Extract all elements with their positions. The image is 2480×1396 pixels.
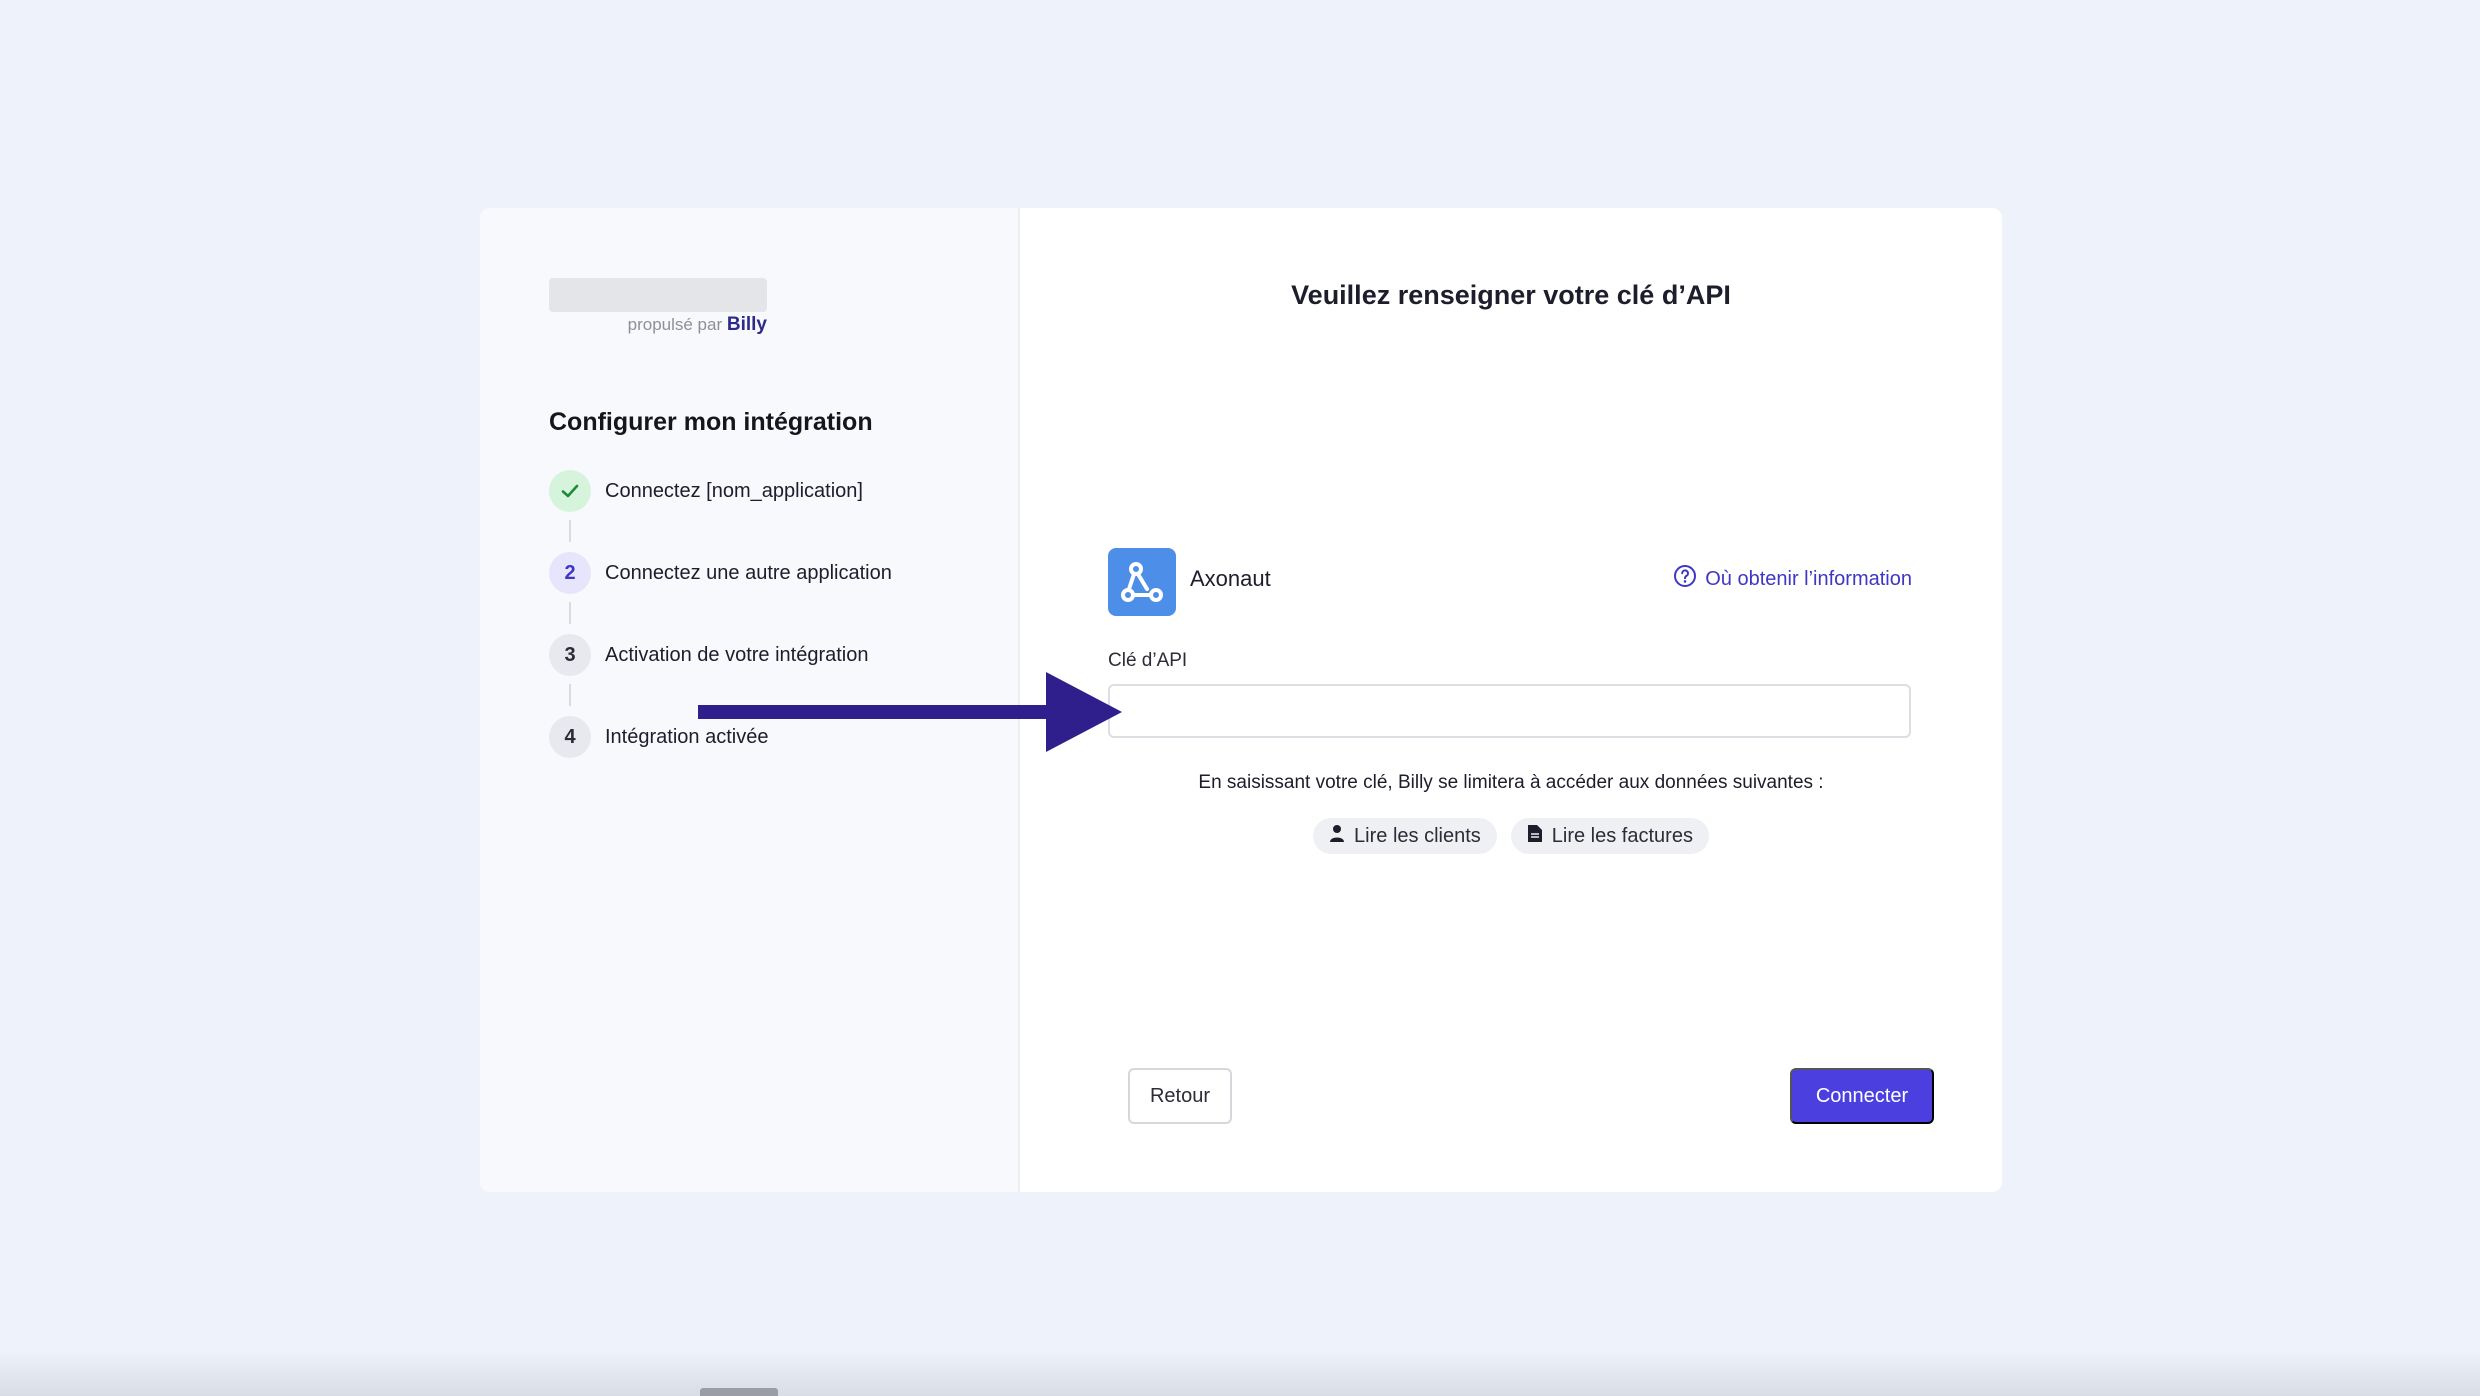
step-3-label: Activation de votre intégration [605,643,869,666]
step-4-number: 4 [549,716,591,758]
scrollbar-thumb[interactable] [700,1388,778,1396]
step-2-number: 2 [549,552,591,594]
check-icon [549,470,591,512]
app-name: Axonaut [1190,566,1271,591]
bottom-edge-shadow [0,1350,2480,1396]
brand-name: Billy [726,314,767,335]
api-key-input[interactable] [1108,684,1911,738]
scope-chips: Lire les clients Lire les factures [1020,818,2002,854]
access-notice: En saisissant votre clé, Billy se limite… [1198,772,1824,793]
powered-by: propulsé par Billy [549,314,767,336]
document-icon [1527,824,1543,849]
person-icon [1329,824,1345,848]
sidebar-title: Configurer mon intégration [549,408,873,436]
step-2: 2 Connectez une autre application [549,552,892,594]
step-connector [569,520,571,542]
scope-chip-label: Lire les factures [1551,824,1693,847]
step-3-number: 3 [549,634,591,676]
back-button[interactable]: Retour [1128,1068,1232,1124]
powered-prefix: propulsé par [627,315,723,334]
step-2-label: Connectez une autre application [605,561,892,584]
connect-button[interactable]: Connecter [1790,1068,1934,1124]
step-connector [569,602,571,624]
page-title: Veuillez renseigner votre clé d’API [1291,280,1731,310]
scope-chip-clients: Lire les clients [1313,818,1497,854]
annotation-arrow-icon [698,672,1122,752]
step-connector [569,684,571,706]
share-nodes-icon [1108,548,1176,616]
logo-placeholder [549,278,767,312]
scope-chip-invoices: Lire les factures [1510,818,1709,854]
step-1: Connectez [nom_application] [549,470,863,512]
api-key-label: Clé d’API [1108,650,1188,671]
question-circle-icon [1673,564,1697,594]
scope-chip-label: Lire les clients [1354,824,1481,847]
help-link[interactable]: Où obtenir l’information [1673,564,1912,594]
help-link-label: Où obtenir l’information [1705,567,1912,590]
step-1-label: Connectez [nom_application] [605,479,863,502]
